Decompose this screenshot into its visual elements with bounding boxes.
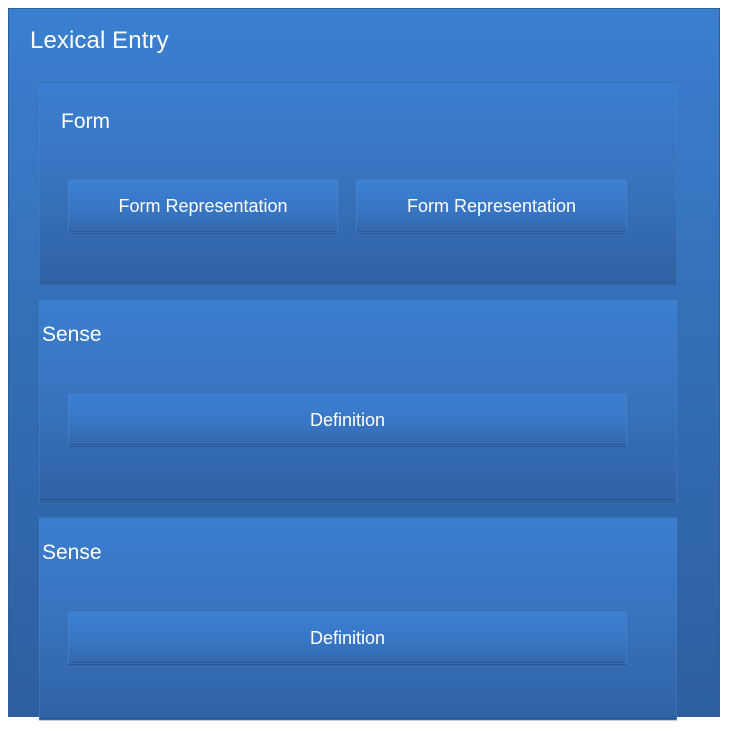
diagram-canvas: Lexical Entry Form Form Representation F…	[0, 0, 737, 745]
form-box: Form Form Representation Form Representa…	[39, 82, 677, 284]
lexical-entry-label: Lexical Entry	[30, 27, 169, 54]
form-representation-box: Form Representation	[68, 179, 338, 233]
definition-box: Definition	[68, 611, 627, 664]
form-representation-label: Form Representation	[406, 196, 577, 216]
sense-label: Sense	[42, 323, 102, 346]
definition-box: Definition	[68, 393, 627, 446]
lexical-entry-box: Lexical Entry Form Form Representation F…	[8, 8, 720, 720]
sense-box: Sense Definition	[39, 517, 677, 720]
definition-label: Definition	[309, 409, 386, 430]
form-representation-label: Form Representation	[118, 196, 288, 216]
form-label: Form	[61, 110, 110, 133]
sense-box: Sense Definition	[39, 299, 677, 501]
form-representation-box: Form Representation	[356, 179, 627, 233]
definition-label: Definition	[309, 627, 386, 648]
sense-label: Sense	[42, 541, 102, 564]
